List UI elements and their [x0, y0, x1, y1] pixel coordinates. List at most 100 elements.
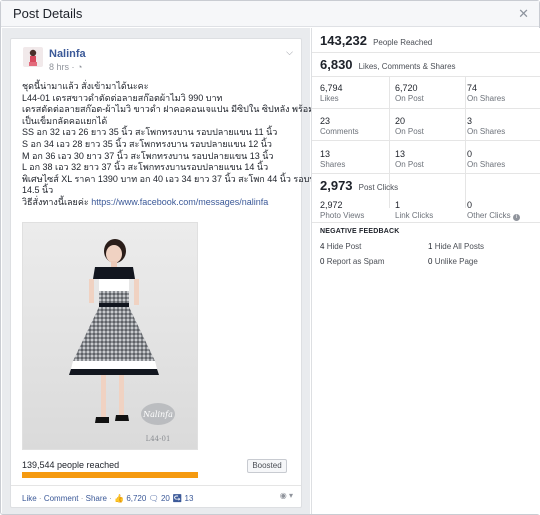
stat-value: 2,972	[320, 200, 343, 210]
shares-on-shares: 0 On Shares	[467, 149, 539, 169]
post-details-dialog: Post Details ✕ Nalinfa 8 hrs · ◔ ⌵ ชุดนี	[0, 0, 540, 515]
comments-on-post: 20 On Post	[395, 116, 467, 136]
divider	[11, 485, 301, 486]
stat-value: 74	[467, 83, 478, 93]
stat-label: Unlike Page	[434, 257, 478, 266]
stat-value: 1	[395, 200, 401, 210]
stat-value: 13	[320, 149, 331, 159]
people-reached-stat: 143,232 People Reached	[320, 33, 432, 48]
likes-count[interactable]: 6,720	[126, 494, 146, 503]
dialog-header: Post Details ✕	[1, 1, 539, 27]
stat-value: 1	[428, 242, 433, 251]
post-text-line: เป็นเข็มกลัดคอแยกได้	[22, 115, 108, 126]
stat-label: On Shares	[467, 94, 506, 103]
stat-label: Hide All Posts	[434, 242, 485, 251]
stat-value: 4	[320, 242, 325, 251]
comment-link[interactable]: Comment	[44, 494, 79, 503]
chevron-down-icon[interactable]: ⌵	[286, 47, 293, 58]
likes-on-post: 6,720 On Post	[395, 83, 467, 103]
comments-total: 23 Comments	[320, 116, 392, 136]
negative-feedback-title: NEGATIVE FEEDBACK	[320, 228, 400, 235]
people-reached-value: 143,232	[320, 33, 367, 48]
likes-total: 6,794 Likes	[320, 83, 392, 103]
stat-label: Other Clicks	[467, 211, 511, 220]
order-link[interactable]: https://www.facebook.com/messages/nalinf…	[91, 197, 268, 207]
post-meta: 8 hrs · ◔	[49, 62, 82, 72]
photo-code: L44-01	[146, 435, 171, 443]
post-clicks-stat: 2,973 Post Clicks	[320, 178, 398, 193]
people-reached-text: 139,544 people reached	[22, 460, 120, 470]
shares-count[interactable]: 13	[185, 494, 194, 503]
stat-value: 0	[467, 149, 473, 159]
report-spam-stat: 0 Report as Spam	[320, 257, 385, 266]
like-link[interactable]: Like	[22, 494, 37, 503]
link-clicks: 1 Link Clicks	[395, 200, 467, 220]
other-clicks: 0 Other Clicks i	[467, 200, 539, 221]
info-icon[interactable]: i	[512, 214, 520, 221]
post-text-line: พิเศษไซส์ XL ราคา 1390 บาท อก 40 เอว 34 …	[22, 173, 350, 184]
engagement-label: Likes, Comments & Shares	[358, 62, 456, 71]
stat-value: 23	[320, 116, 331, 126]
reach-progress-bar	[22, 472, 198, 478]
avatar[interactable]	[23, 47, 43, 67]
engagement-value: 6,830	[320, 57, 353, 72]
divider	[312, 52, 540, 53]
stat-label: Comments	[320, 127, 359, 136]
divider	[312, 108, 540, 109]
stat-value: 3	[467, 116, 473, 126]
globe-icon: ◔	[77, 62, 83, 72]
divider	[312, 173, 540, 174]
shares-total: 13 Shares	[320, 149, 392, 169]
post-author[interactable]: Nalinfa	[49, 48, 86, 60]
stat-label: Report as Spam	[326, 257, 385, 266]
comment-icon: 🗨	[148, 494, 159, 503]
boosted-button[interactable]: Boosted	[247, 459, 287, 473]
hide-post-stat: 4 Hide Post	[320, 242, 361, 251]
stat-label: Shares	[320, 160, 346, 169]
post-time[interactable]: 8 hrs	[49, 62, 69, 72]
stat-value: 13	[395, 149, 406, 159]
thumbs-up-icon: 👍	[114, 494, 125, 503]
post-text-line: 14.5 นิ้ว	[22, 185, 54, 196]
stat-value: 0	[428, 257, 433, 266]
post-preview-pane: Nalinfa 8 hrs · ◔ ⌵ ชุดนี้น่ามาแล้ว สั่ง…	[2, 28, 350, 514]
post-actions: Like · Comment · Share · 👍 6,720 🗨 20 ↪ …	[22, 494, 193, 503]
shares-on-post: 13 On Post	[395, 149, 467, 169]
stat-value: 20	[395, 116, 406, 126]
share-link[interactable]: Share	[86, 494, 107, 503]
comments-count[interactable]: 20	[161, 494, 170, 503]
stat-label: On Shares	[467, 160, 506, 169]
order-line: วิธีสั่งทางนี้เลยค่ะ https://www.faceboo…	[22, 197, 298, 209]
people-reached-label: People Reached	[373, 38, 433, 47]
post-text-line: เดรสตัดต่อลายสก๊อต-ผ้าไมวิ ขาวดำ ฝาคอคอน…	[22, 104, 350, 115]
stat-label: On Shares	[467, 127, 506, 136]
photo-watermark: Nalinfa	[142, 410, 173, 419]
stat-value: 6,720	[395, 83, 418, 93]
stat-value: 0	[467, 200, 473, 210]
other-clicks-label-wrap: Other Clicks i	[467, 211, 539, 221]
photo-views: 2,972 Photo Views	[320, 200, 392, 220]
post-text-line: S อก 34 เอว 28 ยาว 35 นิ้ว สะโพกทรงบาน ร…	[22, 138, 272, 149]
stat-label: Link Clicks	[395, 211, 434, 220]
dialog-title: Post Details	[13, 6, 83, 21]
order-prefix: วิธีสั่งทางนี้เลยค่ะ	[22, 196, 89, 207]
stat-label: On Post	[395, 94, 424, 103]
stat-label: Photo Views	[320, 211, 365, 220]
stat-label: Likes	[320, 94, 339, 103]
post-photo[interactable]: Nalinfa L44-01	[22, 222, 198, 450]
close-icon[interactable]: ✕	[518, 6, 529, 22]
post-text-line: L อก 38 เอว 32 ยาว 37 นิ้ว สะโพกทรงบานรอ…	[22, 162, 269, 173]
post-text-line: SS อก 32 เอว 26 ยาว 35 นิ้ว สะโพกทรงบาน …	[22, 127, 278, 138]
post-text-line: L44-01 เดรสขาวดำตัดต่อลายสก๊อตผ้าไมวิ 99…	[22, 92, 223, 103]
page-avatar-chevron-icon[interactable]: ◉ ▾	[280, 491, 293, 500]
unlike-page-stat: 0 Unlike Page	[428, 257, 478, 266]
post-clicks-label: Post Clicks	[358, 183, 399, 192]
post-text: ชุดนี้น่ามาแล้ว สั่งเข้ามาได้นะคะ L44-01…	[22, 81, 350, 209]
share-icon: ↪	[172, 494, 183, 503]
stat-label: On Post	[395, 160, 424, 169]
divider	[312, 76, 540, 77]
stat-label: On Post	[395, 127, 424, 136]
stat-value: 6,794	[320, 83, 343, 93]
post-text-line: M อก 36 เอว 30 ยาว 37 นิ้ว สะโพกทรงบาน ร…	[22, 150, 274, 161]
stat-value: 0	[320, 257, 325, 266]
